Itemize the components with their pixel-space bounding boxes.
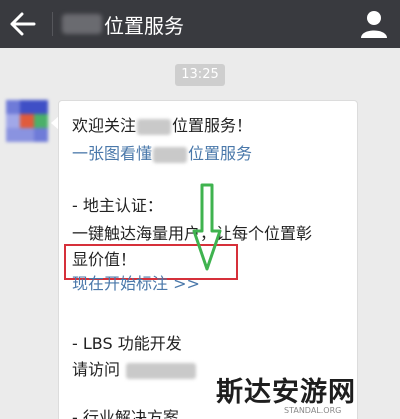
redacted-name (62, 14, 102, 34)
profile-button[interactable] (358, 8, 390, 40)
intro-prefix: 一张图看懂 (72, 144, 153, 163)
redacted-url (126, 362, 197, 379)
arrow-left-icon (10, 12, 36, 36)
annotation-arrow-icon (192, 183, 222, 271)
industry-heading: - 行业解决方案 (72, 408, 179, 419)
greeting-suffix: 位置服务！ (172, 116, 253, 135)
chat-title: 位置服务 (62, 10, 184, 38)
lbs-visit-text: 请访问 (72, 360, 121, 379)
start-tagging-link[interactable]: 现在开始标注 >> (72, 273, 200, 295)
back-button[interactable] (4, 4, 44, 44)
header-divider (52, 12, 53, 36)
message-timestamp: 13:25 (175, 64, 225, 86)
person-icon (361, 11, 387, 38)
landlord-heading: - 地主认证： (72, 196, 163, 215)
redacted-name (137, 118, 172, 135)
intro-link[interactable]: 一张图看懂 位置服务 (72, 143, 252, 165)
top-bar: 位置服务 (0, 0, 400, 48)
greeting-line: 欢迎关注 位置服务！ (72, 115, 252, 137)
watermark: 斯达安游网 STANDAL.ORG (206, 368, 400, 419)
intro-suffix: 位置服务 (188, 144, 253, 163)
lbs-visit-line: 请访问 (72, 359, 197, 381)
redacted-name (153, 146, 188, 163)
lbs-heading: - LBS 功能开发 (72, 334, 182, 353)
avatar[interactable] (6, 100, 48, 142)
chat-title-text: 位置服务 (104, 13, 184, 38)
watermark-domain: STANDAL.ORG (284, 406, 342, 415)
greeting-prefix: 欢迎关注 (72, 116, 137, 135)
watermark-text: 斯达安游网 (216, 377, 356, 408)
